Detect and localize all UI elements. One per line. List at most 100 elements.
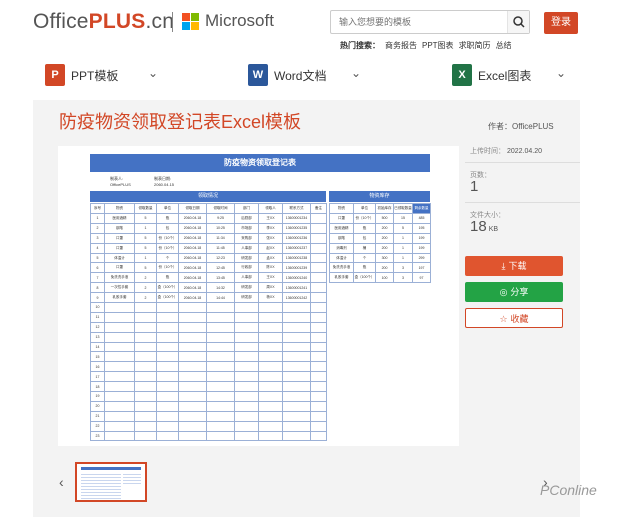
page-thumbnail[interactable] xyxy=(75,462,147,502)
table-row: 9 乳胶手套 2 盒（100个） 2060.04.18 14:44 研发部 杨XX 136000… xyxy=(90,292,327,304)
hot-search-item[interactable]: 商务报告 xyxy=(385,41,417,50)
table-cell xyxy=(206,321,235,333)
table-cell: 22 xyxy=(90,420,105,432)
table-cell xyxy=(134,361,157,373)
table-cell xyxy=(310,361,327,373)
login-button[interactable]: 登录 xyxy=(544,12,578,34)
column-header: 已领取数量 xyxy=(393,203,413,214)
table-cell: 后勤部 xyxy=(234,213,259,224)
download-button[interactable]: ⤓ 下载 xyxy=(465,256,563,276)
hot-search-item[interactable]: 总结 xyxy=(496,41,512,50)
table-cell: 口罩 xyxy=(329,213,354,224)
table-cell: 195 xyxy=(412,222,431,234)
table-cell xyxy=(234,430,259,442)
table-cell: 100 xyxy=(375,272,394,284)
nav-item-excel[interactable]: X Excel图表 ⌄ xyxy=(452,64,572,88)
column-header: 物资 xyxy=(104,203,135,214)
table-cell xyxy=(104,311,135,323)
download-icon: ⤓ xyxy=(501,261,506,271)
table-cell xyxy=(134,341,157,353)
table-cell: 行政部 xyxy=(234,262,259,274)
table-cell: 2 xyxy=(134,282,157,294)
table-cell: 人事部 xyxy=(234,242,259,254)
table-cell: 11:45 xyxy=(206,242,235,254)
section-header: 物资库存 xyxy=(329,191,430,202)
table-cell xyxy=(310,232,327,244)
table-row: 4 口罩 5 份（10个） 2060.04.18 11:45 人事部 赵XX 136000012… xyxy=(90,242,327,254)
officeplus-logo[interactable]: OfficePLUS.cn xyxy=(33,10,174,34)
table-cell xyxy=(134,410,157,422)
table-cell xyxy=(310,292,327,304)
table-cell: 14 xyxy=(90,341,105,353)
table-cell xyxy=(234,420,259,432)
table-cell xyxy=(156,361,179,373)
table-cell xyxy=(104,430,135,442)
table-row: 17 xyxy=(90,371,327,383)
table-cell xyxy=(134,371,157,383)
table-cell xyxy=(178,331,207,343)
table-cell: 2060.04.18 xyxy=(178,242,207,254)
author-label: 作者：OfficePLUS xyxy=(488,122,554,131)
section-header: 领取情况 xyxy=(90,191,326,202)
table-cell xyxy=(310,252,327,264)
table-cell xyxy=(258,420,283,432)
table-row: 体温计个 300 1 299 xyxy=(329,252,431,264)
table-cell: 11:34 xyxy=(206,232,235,244)
table-cell: 500 xyxy=(375,213,394,224)
table-cell: 研发部 xyxy=(234,292,259,304)
table-cell: 485 xyxy=(412,213,431,224)
share-button[interactable]: ◎ 分享 xyxy=(465,282,563,302)
search-input[interactable] xyxy=(331,11,507,33)
column-header: 剩余数量 xyxy=(412,203,431,214)
table-cell xyxy=(258,400,283,412)
table-cell: 1 xyxy=(134,252,157,264)
table-cell: 7 xyxy=(90,272,105,284)
nav-item-word[interactable]: W Word文档 ⌄ xyxy=(248,64,368,88)
table-cell: 2060.04.18 xyxy=(178,213,207,224)
table-cell: 14:32 xyxy=(206,282,235,294)
table-cell: 97 xyxy=(412,272,431,284)
table-cell: 份（10个） xyxy=(156,242,179,254)
search-button[interactable] xyxy=(507,11,529,33)
table-cell xyxy=(134,311,157,323)
chevron-down-icon: ⌄ xyxy=(556,66,567,80)
table-cell: 12 xyxy=(90,321,105,333)
table-cell xyxy=(178,410,207,422)
table-cell: 口罩 xyxy=(104,242,135,254)
table-cell xyxy=(104,331,135,343)
hot-search-item[interactable]: PPT图表 xyxy=(422,41,454,50)
table-cell xyxy=(104,381,135,393)
table-cell: 200 xyxy=(375,232,394,244)
table-cell: 盒（100个） xyxy=(353,272,376,284)
table-cell xyxy=(156,400,179,412)
table-cell: 6 xyxy=(90,262,105,274)
table-row: 19 xyxy=(90,391,327,402)
table-cell xyxy=(206,420,235,432)
claim-table: 序号 物资 领取数量 单位 领取日期 领取时间 部门 领取人 联系方式 备注 1 医用酒精 5 瓶 2060… xyxy=(90,203,327,442)
table-cell: 份（10个） xyxy=(353,213,376,224)
table-cell xyxy=(134,381,157,393)
table-row: 医用酒精瓶 200 5 195 xyxy=(329,222,431,234)
table-cell: 桶 xyxy=(353,242,376,254)
search-box xyxy=(330,10,530,34)
table-cell: 5 xyxy=(134,242,157,254)
favorite-button[interactable]: ☆ 收藏 xyxy=(465,308,563,328)
table-cell xyxy=(134,331,157,343)
upload-time-label: 上传时间： 2022.04.20 xyxy=(470,148,543,155)
hot-search-item[interactable]: 求职简历 xyxy=(459,41,491,50)
sheet-title: 防疫物资领取登记表 xyxy=(90,154,430,172)
chat-icon: ◎ xyxy=(499,287,508,297)
column-header: 备注 xyxy=(310,203,327,214)
column-header: 单位 xyxy=(353,203,376,214)
column-header: 单位 xyxy=(156,203,179,214)
table-cell: 钢笔 xyxy=(329,232,354,244)
nav-item-ppt[interactable]: P PPT模板 ⌄ xyxy=(45,64,165,88)
table-cell: 4 xyxy=(90,242,105,254)
hot-search-label: 热门搜索： xyxy=(340,41,380,50)
prev-arrow-icon[interactable]: ‹ xyxy=(59,474,64,490)
template-preview[interactable]: 防疫物资领取登记表 制表人: OfficePLUS 制表日期: 2060.04.… xyxy=(58,146,459,446)
column-header: 联系方式 xyxy=(282,203,311,214)
table-cell: 2060.04.18 xyxy=(178,262,207,274)
table-cell xyxy=(234,361,259,373)
table-cell: 14:44 xyxy=(206,292,235,304)
